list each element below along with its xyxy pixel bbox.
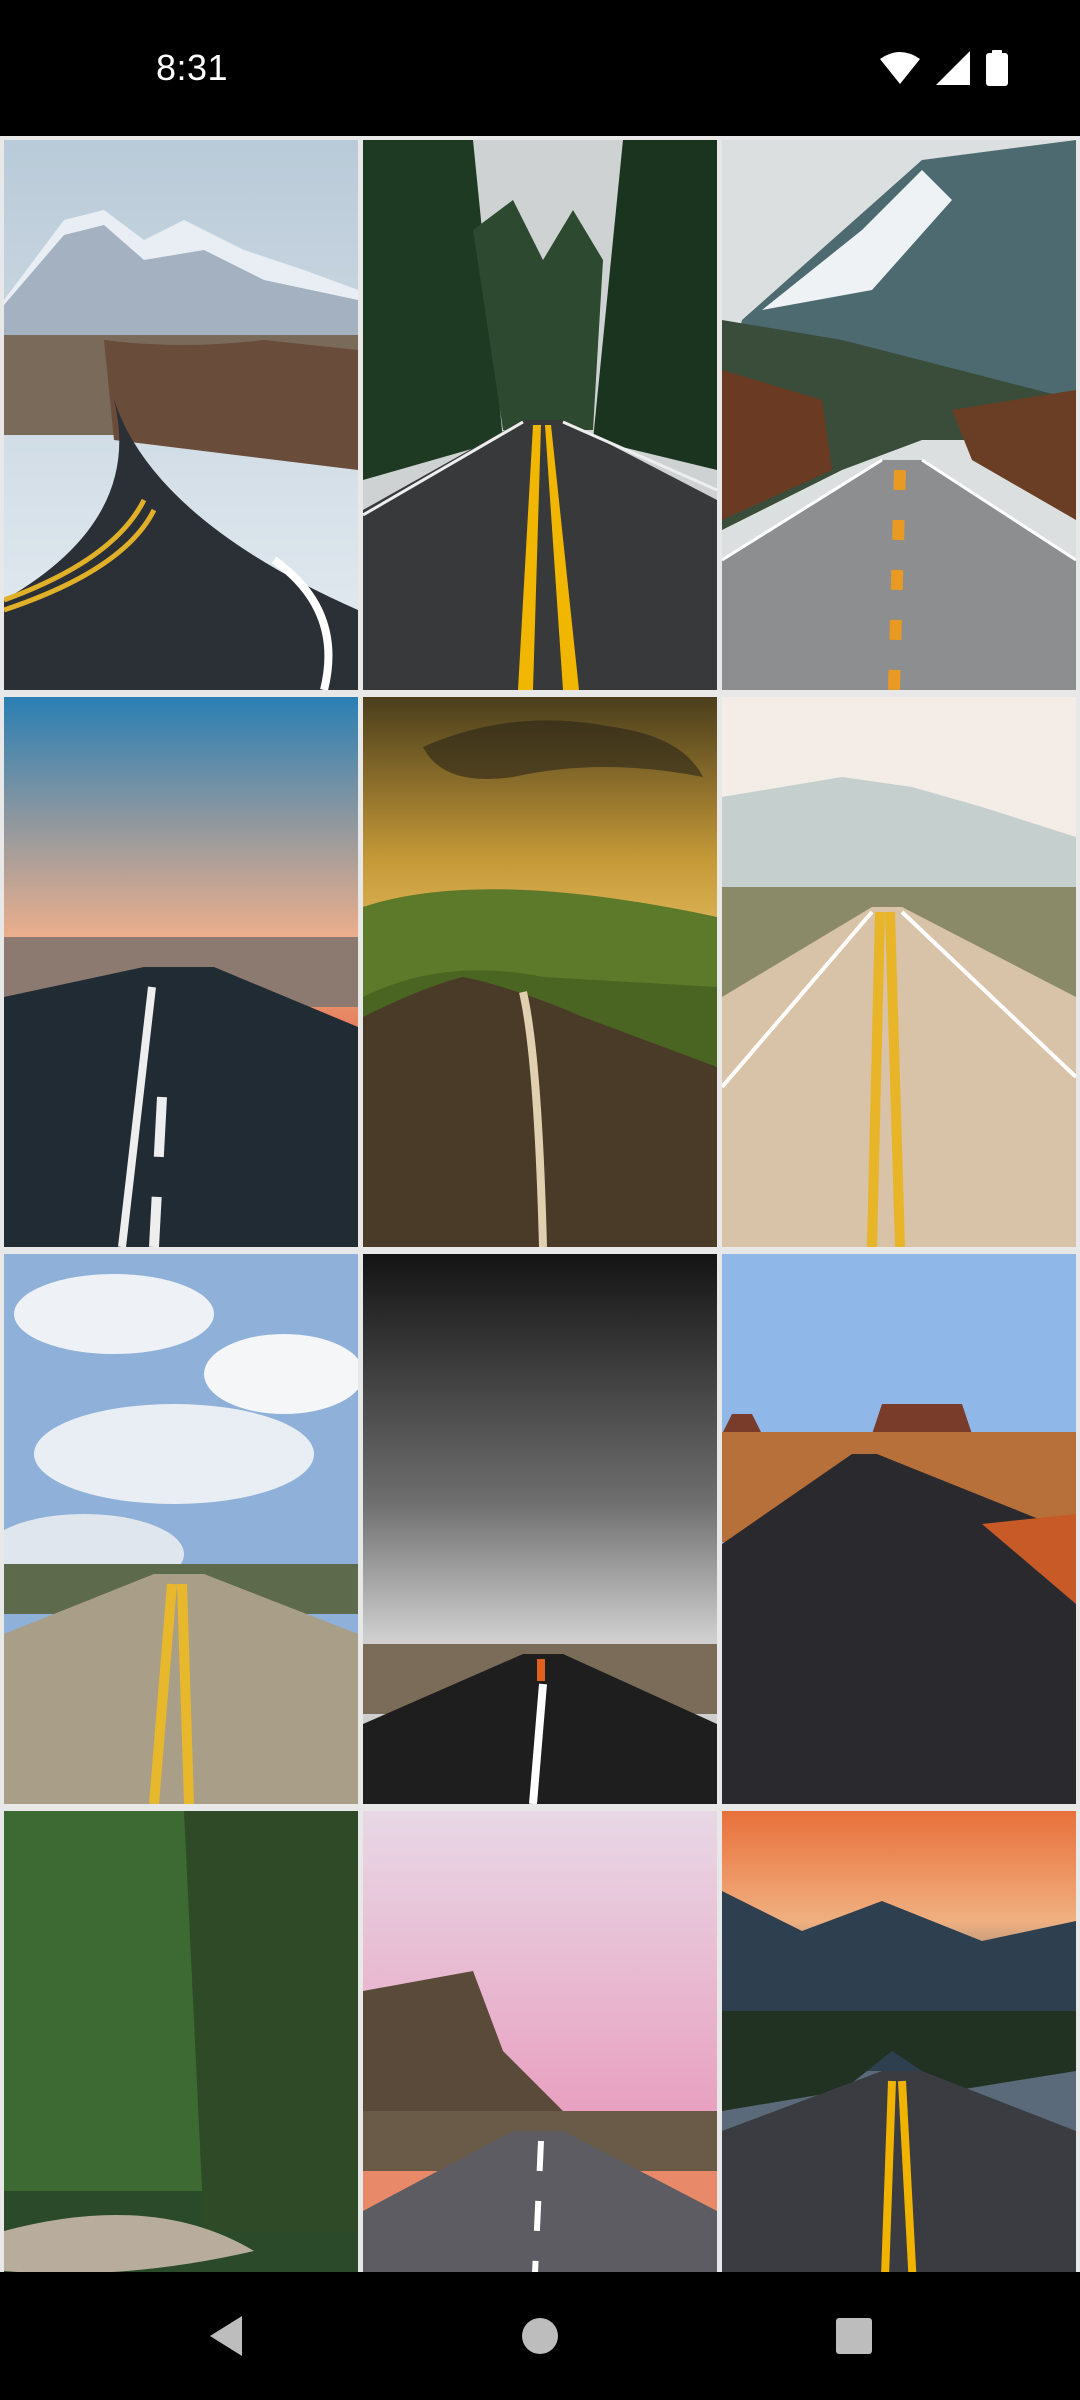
recents-square-icon [836, 2318, 872, 2354]
back-triangle-icon [210, 2316, 242, 2356]
photo-tile-storm-clouds-runner-road[interactable] [363, 1254, 717, 1804]
photo-grid[interactable] [0, 136, 1080, 2272]
photo-tile-pink-sky-cliff-road[interactable] [363, 1811, 717, 2272]
photo-tile-forest-road-yellow-lines[interactable] [363, 140, 717, 690]
photo-tile-winding-forest-road[interactable] [4, 1811, 358, 2272]
status-icons [880, 48, 1008, 88]
battery-icon [986, 50, 1008, 86]
wifi-icon [880, 51, 920, 85]
home-circle-icon [522, 2318, 558, 2354]
photo-tile-mountain-sunset-highway[interactable] [722, 1811, 1076, 2272]
photo-tile-cloudy-sky-straight-road[interactable] [4, 1254, 358, 1804]
photo-tile-mountain-valley-highway[interactable] [722, 140, 1076, 690]
cellular-signal-icon [936, 51, 970, 85]
status-time: 8:31 [156, 47, 229, 88]
home-button[interactable] [512, 2308, 568, 2364]
status-bar: 8:31 [0, 0, 1080, 136]
photo-tile-golden-hills-road[interactable] [363, 697, 717, 1247]
recents-button[interactable] [826, 2308, 882, 2364]
back-button[interactable] [198, 2308, 254, 2364]
navigation-bar [0, 2272, 1080, 2400]
photo-tile-sunset-coastal-road[interactable] [4, 697, 358, 1247]
photo-tile-snowy-mountain-curve-road[interactable] [4, 140, 358, 690]
photo-tile-monument-valley-road[interactable] [722, 1254, 1076, 1804]
photo-tile-desert-rolling-highway[interactable] [722, 697, 1076, 1247]
